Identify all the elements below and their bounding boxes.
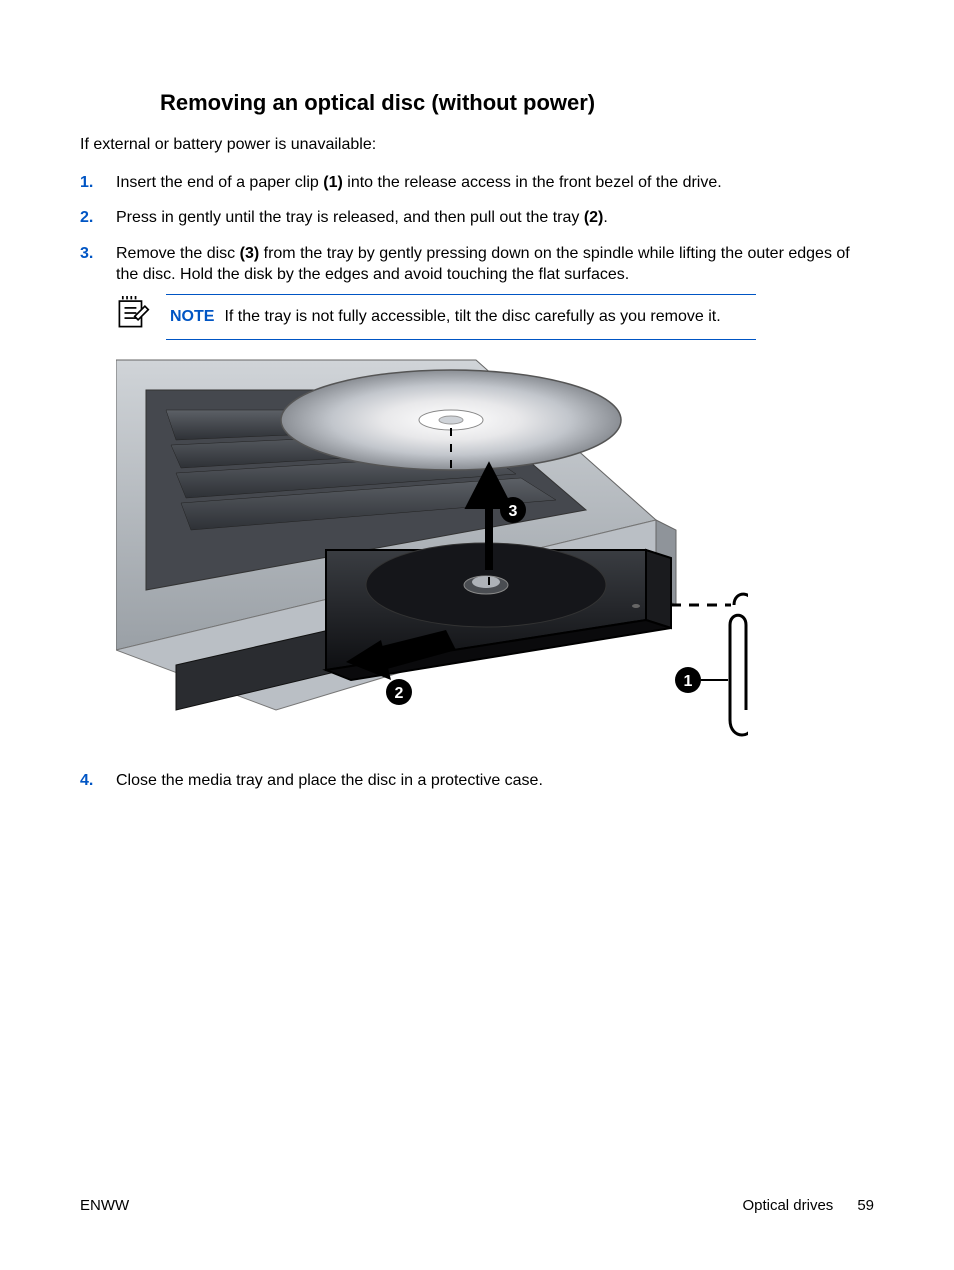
footer-section: Optical drives	[742, 1197, 833, 1214]
step-number: 1.	[80, 172, 93, 194]
note-label: NOTE	[170, 308, 214, 325]
callout-1-text: 1	[684, 673, 693, 690]
page-footer: ENWW Optical drives 59	[80, 1197, 874, 1214]
section-heading: Removing an optical disc (without power)	[160, 90, 874, 116]
step-ref: (3)	[240, 245, 260, 262]
note-text: If the tray is not fully accessible, til…	[224, 308, 720, 325]
intro-text: If external or battery power is unavaila…	[80, 134, 874, 156]
step-4: 4. Close the media tray and place the di…	[80, 770, 874, 792]
step-text-post: into the release access in the front bez…	[343, 174, 722, 191]
footer-page-number: 59	[857, 1197, 874, 1214]
step-3: 3. Remove the disc (3) from the tray by …	[80, 243, 874, 748]
footer-left: ENWW	[80, 1197, 129, 1214]
callout-3-text: 3	[509, 503, 518, 520]
figure-optical-drive: 3 2 1	[116, 350, 748, 748]
step-1: 1. Insert the end of a paper clip (1) in…	[80, 172, 874, 194]
note-icon	[116, 317, 150, 334]
step-2: 2. Press in gently until the tray is rel…	[80, 207, 874, 229]
step-text-pre: Remove the disc	[116, 245, 240, 262]
step-text-post: .	[603, 209, 607, 226]
step-text-pre: Insert the end of a paper clip	[116, 174, 323, 191]
callout-2-text: 2	[395, 685, 404, 702]
step-number: 4.	[80, 770, 93, 792]
step-text-pre: Press in gently until the tray is releas…	[116, 209, 584, 226]
step-ref: (1)	[323, 174, 343, 191]
step-list: 1. Insert the end of a paper clip (1) in…	[80, 172, 874, 792]
step-ref: (2)	[584, 209, 604, 226]
note-block: NOTE If the tray is not fully accessible,…	[116, 294, 874, 340]
step-number: 2.	[80, 207, 93, 229]
step-text-pre: Close the media tray and place the disc …	[116, 772, 543, 789]
step-number: 3.	[80, 243, 93, 265]
